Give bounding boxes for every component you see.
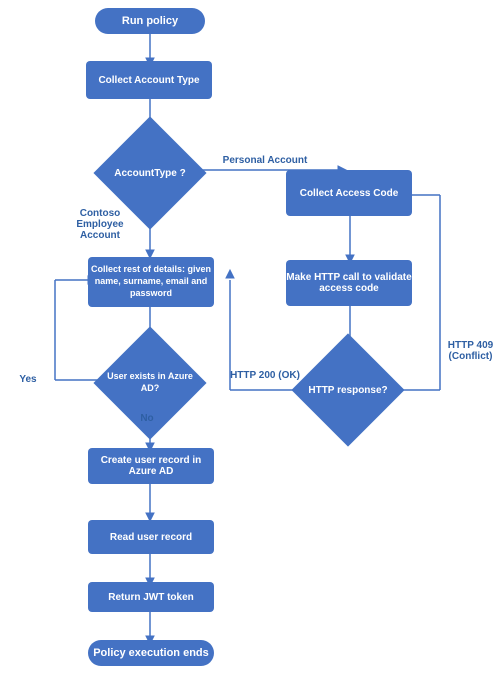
account-type-diamond: AccountType ? (100, 142, 200, 204)
collect-access-code-node: Collect Access Code (286, 170, 412, 216)
collect-rest-details-node: Collect rest of details: given name, sur… (88, 257, 214, 307)
yes-label: Yes (8, 374, 48, 385)
read-user-node: Read user record (88, 520, 214, 554)
policy-ends-node: Policy execution ends (88, 640, 214, 666)
return-jwt-node: Return JWT token (88, 582, 214, 612)
personal-account-label: Personal Account (210, 155, 320, 166)
http-200-label: HTTP 200 (OK) (230, 370, 300, 381)
flow-diagram: Run policy Collect Account Type AccountT… (0, 0, 500, 674)
make-http-call-node: Make HTTP call to validate access code (286, 260, 412, 306)
no-label: No (132, 413, 162, 424)
collect-account-type-node: Collect Account Type (86, 61, 212, 99)
http-409-label: HTTP 409 (Conflict) (443, 340, 498, 362)
http-response-diamond: HTTP response? (298, 357, 398, 423)
run-policy-node: Run policy (95, 8, 205, 34)
contoso-employee-label: Contoso Employee Account (60, 208, 140, 241)
user-exists-diamond: User exists in Azure AD? (100, 353, 200, 413)
create-user-node: Create user record in Azure AD (88, 448, 214, 484)
